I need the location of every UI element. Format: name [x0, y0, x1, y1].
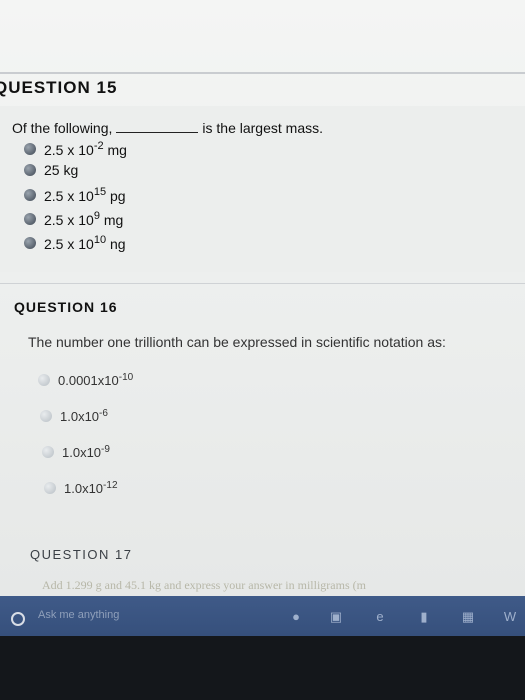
cortana-search-box[interactable]: Ask me anything: [38, 609, 119, 621]
q15-option-3[interactable]: 2.5 x 1015 pg: [24, 186, 126, 204]
screen-bezel: [0, 636, 525, 700]
radio-button[interactable]: [24, 237, 36, 249]
office-icon[interactable]: W: [500, 609, 520, 625]
prompt-start: Of the following,: [12, 120, 113, 136]
q16-option-2[interactable]: 1.0x10-6: [40, 408, 108, 424]
option-label: 2.5 x 109 mg: [44, 210, 124, 228]
option-label: 2.5 x 10-2 mg: [44, 140, 127, 158]
radio-button[interactable]: [24, 164, 36, 176]
q16-option-4[interactable]: 1.0x10-12: [44, 480, 118, 496]
radio-button[interactable]: [24, 189, 36, 201]
question-15-title: QUESTION 15: [0, 78, 118, 97]
store-icon[interactable]: ▦: [458, 609, 478, 625]
option-label: 25 kg: [44, 162, 79, 178]
q15-option-4[interactable]: 2.5 x 109 mg: [24, 210, 123, 228]
option-label: 1.0x10-9: [62, 444, 110, 460]
q15-option-1[interactable]: 2.5 x 10-2 mg: [24, 140, 127, 158]
file-explorer-icon[interactable]: ▮: [414, 609, 434, 625]
question-15-prompt: Of the following, is the largest mass.: [12, 120, 323, 136]
option-label: 0.0001x10-10: [58, 372, 134, 388]
radio-button[interactable]: [44, 482, 56, 494]
option-label: 1.0x10-12: [64, 480, 118, 496]
option-label: 1.0x10-6: [60, 408, 108, 424]
radio-button[interactable]: [24, 213, 36, 225]
start-button[interactable]: [11, 612, 25, 626]
q15-option-5[interactable]: 2.5 x 1010 ng: [24, 234, 126, 252]
question-17-title: QUESTION 17: [30, 547, 133, 562]
question-17-prompt: Add 1.299 g and 45.1 kg and express your…: [42, 578, 366, 592]
prompt-end: is the largest mass.: [202, 120, 323, 136]
option-label: 2.5 x 1010 ng: [44, 234, 126, 252]
radio-button[interactable]: [42, 446, 54, 458]
radio-button[interactable]: [38, 374, 50, 386]
option-label: 2.5 x 1015 pg: [44, 186, 126, 204]
mic-icon[interactable]: ●: [286, 609, 306, 625]
answer-blank: [116, 121, 199, 133]
quiz-page: QUESTION 15 Of the following, is the larg…: [0, 0, 525, 596]
top-divider: [0, 72, 525, 74]
question-16-title: QUESTION 16: [14, 299, 118, 315]
q16-option-3[interactable]: 1.0x10-9: [42, 444, 110, 460]
q16-option-1[interactable]: 0.0001x10-10: [38, 372, 133, 388]
edge-icon[interactable]: e: [370, 609, 390, 625]
radio-button[interactable]: [40, 410, 52, 422]
question-divider: [0, 283, 525, 284]
question-16-prompt: The number one trillionth can be express…: [28, 334, 446, 350]
radio-button[interactable]: [24, 143, 36, 155]
q15-option-2[interactable]: 25 kg: [24, 162, 78, 178]
task-view-icon[interactable]: ▣: [326, 609, 346, 625]
